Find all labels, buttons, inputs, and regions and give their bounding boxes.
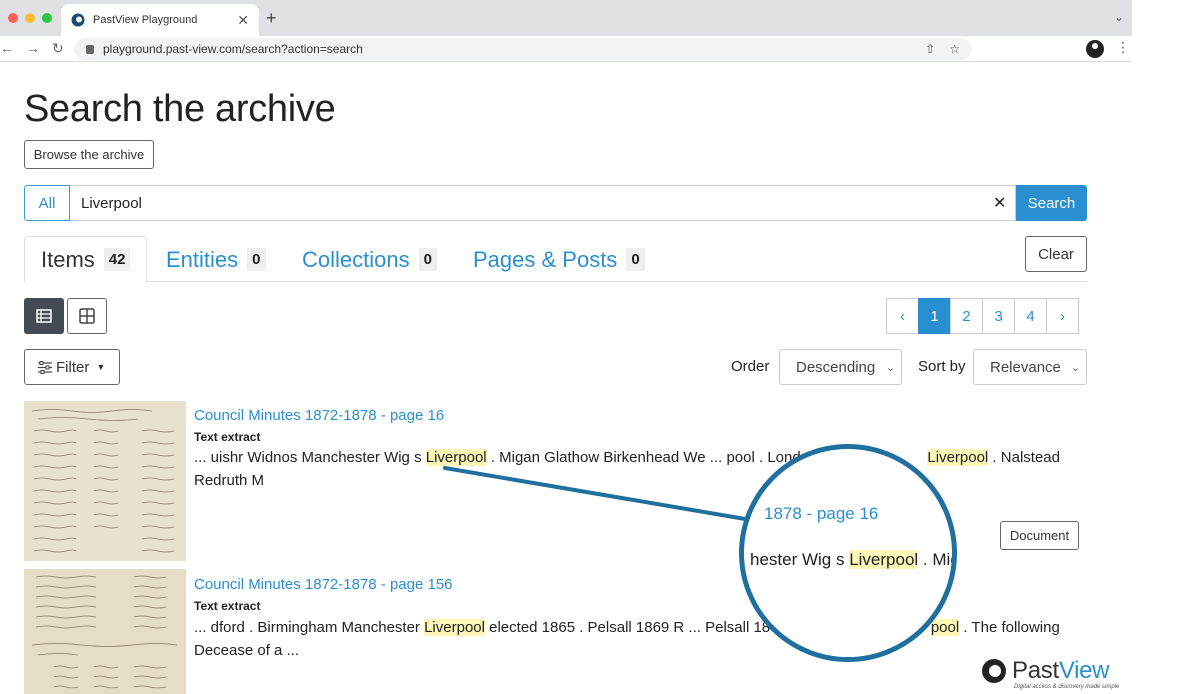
brand-name-part: View	[1058, 657, 1110, 684]
magnified-title: 1878 - page 16	[764, 504, 879, 523]
magnified-highlight: Liverpool	[849, 550, 919, 569]
pastview-logo: PastView	[982, 657, 1110, 685]
brand-name: PastView	[1012, 657, 1110, 685]
brand-name-part: Past	[1012, 657, 1059, 684]
pastview-logo-icon	[982, 659, 1006, 683]
magnified-text: hester Wig s	[750, 550, 850, 569]
magnified-extract: hester Wig s Liverpool . Miga	[750, 550, 952, 570]
magnified-text: . Miga	[922, 550, 952, 569]
brand-tagline: Digital access & discovery made simple	[1014, 684, 1120, 690]
magnifier-connector-line	[443, 466, 759, 523]
magnifier-lens: 1878 - page 16 hester Wig s Liverpool . …	[739, 444, 957, 662]
